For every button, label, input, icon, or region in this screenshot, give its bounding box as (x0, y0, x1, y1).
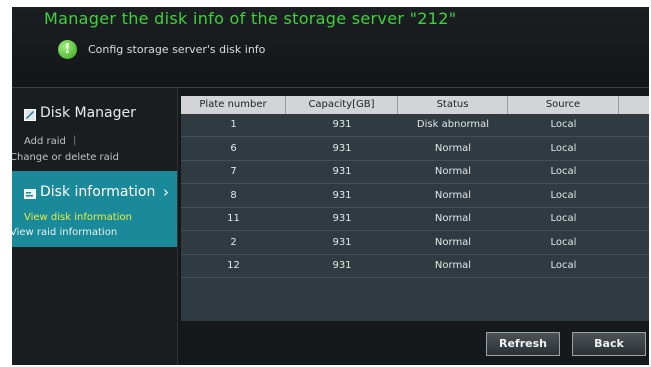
table-row[interactable]: 12 931 Normal Local (181, 255, 649, 278)
sidebar: Disk Manager Add raid | Change or delete… (12, 88, 177, 365)
add-raid-link[interactable]: Add raid (24, 136, 66, 147)
sidebar-section-disk-information[interactable]: Disk information › View disk information… (12, 171, 177, 247)
table-row[interactable]: 6 931 Normal Local (181, 138, 649, 161)
cell-capacity: 931 (332, 142, 352, 154)
table-row[interactable]: 2 931 Normal Local (181, 232, 649, 255)
cell-capacity: 931 (332, 189, 352, 201)
cell-source: Local (550, 166, 577, 177)
cell-capacity: 931 (332, 213, 352, 224)
cell-capacity: 931 (332, 119, 352, 130)
cell-capacity: 931 (332, 166, 352, 177)
cell-plate-number: 12 (227, 260, 240, 271)
disk-manager-icon (24, 109, 36, 121)
cell-status: Normal (434, 166, 472, 177)
cell-source: Local (550, 142, 577, 154)
sidebar-section-disk-information-title: Disk information (40, 184, 156, 200)
cell-status: Normal (434, 236, 472, 248)
cell-plate-number: 1 (230, 119, 237, 130)
table-header: Plate number Capacity[GB] Status Source (181, 96, 649, 114)
cell-source: Local (550, 213, 577, 224)
cell-status: Normal (434, 142, 472, 154)
sidebar-divider (177, 88, 178, 365)
disk-table: Plate number Capacity[GB] Status Source … (181, 96, 649, 321)
cell-plate-number: 6 (230, 142, 237, 154)
column-header-capacity[interactable]: Capacity[GB] (286, 96, 398, 114)
cell-plate-number: 7 (230, 166, 237, 177)
page-subtitle: Config storage server's disk info (88, 43, 266, 56)
cell-plate-number: 8 (230, 189, 237, 201)
cell-plate-number: 11 (227, 213, 240, 224)
cell-source: Local (550, 260, 577, 271)
cell-status: Normal (434, 260, 472, 271)
cell-status: Normal (434, 189, 472, 201)
change-delete-raid-link[interactable]: Change or delete raid (12, 152, 119, 163)
chevron-right-icon: › (163, 183, 169, 201)
table-row[interactable]: 1 931 Disk abnormal Local (181, 114, 649, 137)
table-row[interactable]: 7 931 Normal Local (181, 161, 649, 184)
column-header-status[interactable]: Status (398, 96, 508, 114)
back-button[interactable]: Back (572, 332, 646, 356)
cell-capacity: 931 (332, 260, 352, 271)
column-header-plate-number[interactable]: Plate number (181, 96, 286, 114)
table-row[interactable]: 8 931 Normal Local (181, 185, 649, 208)
view-disk-information-link[interactable]: View disk information (24, 212, 132, 223)
cell-status: Normal (434, 213, 472, 224)
cell-source: Local (550, 119, 577, 130)
refresh-button[interactable]: Refresh (486, 332, 560, 356)
page-title: Manager the disk info of the storage ser… (44, 9, 457, 28)
header: Manager the disk info of the storage ser… (12, 7, 649, 87)
view-raid-information-link[interactable]: View raid information (12, 227, 117, 238)
table-row[interactable]: 11 931 Normal Local (181, 208, 649, 231)
column-header-source[interactable]: Source (508, 96, 619, 114)
info-icon: ! (58, 40, 77, 59)
disk-info-window: Manager the disk info of the storage ser… (12, 7, 649, 365)
link-separator: | (73, 135, 77, 146)
cell-capacity: 931 (332, 236, 352, 248)
sidebar-section-disk-manager[interactable]: Disk Manager (40, 105, 136, 121)
cell-source: Local (550, 236, 577, 248)
cell-source: Local (550, 189, 577, 201)
cell-status: Disk abnormal (416, 119, 490, 130)
disk-information-icon (24, 189, 36, 199)
cell-plate-number: 2 (230, 236, 237, 248)
